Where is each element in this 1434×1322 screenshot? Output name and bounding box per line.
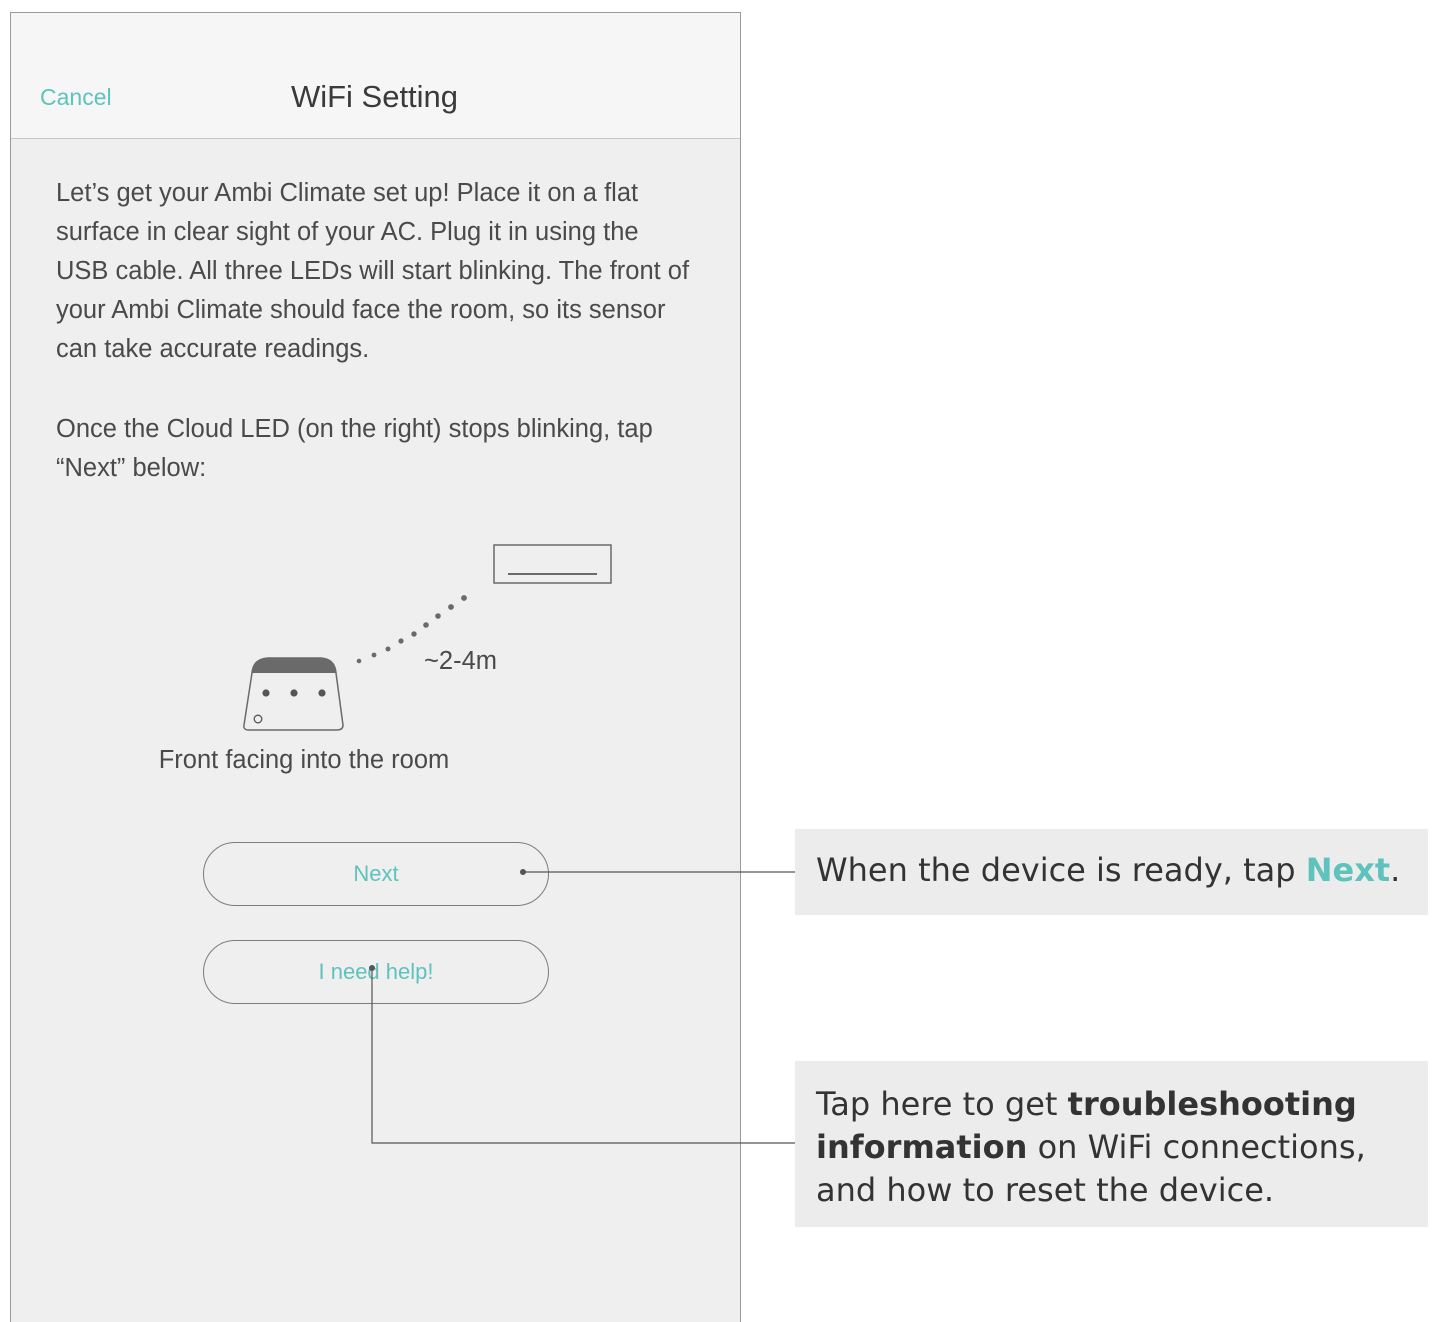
distance-label: ~2-4m bbox=[424, 647, 497, 675]
next-button-label: Next bbox=[353, 861, 399, 886]
ambi-device-icon bbox=[243, 657, 344, 731]
next-callout-text: When the device is ready, tap bbox=[816, 851, 1306, 889]
next-callout: When the device is ready, tap Next. bbox=[795, 829, 1428, 915]
next-callout-highlight: Next bbox=[1305, 851, 1391, 889]
help-callout: Tap here to get troubleshooting informat… bbox=[795, 1061, 1428, 1227]
phone-screen: Cancel WiFi Setting Let’s get your Ambi … bbox=[10, 12, 741, 1322]
help-callout-text: Tap here to get bbox=[816, 1085, 1068, 1123]
air-conditioner-icon bbox=[493, 544, 612, 584]
help-button[interactable]: I need help! bbox=[203, 940, 549, 1004]
next-button[interactable]: Next bbox=[203, 842, 549, 906]
device-caption: Front facing into the room bbox=[158, 746, 450, 774]
next-callout-suffix: . bbox=[1390, 851, 1401, 889]
help-button-label: I need help! bbox=[318, 959, 434, 984]
placement-illustration bbox=[243, 544, 612, 731]
